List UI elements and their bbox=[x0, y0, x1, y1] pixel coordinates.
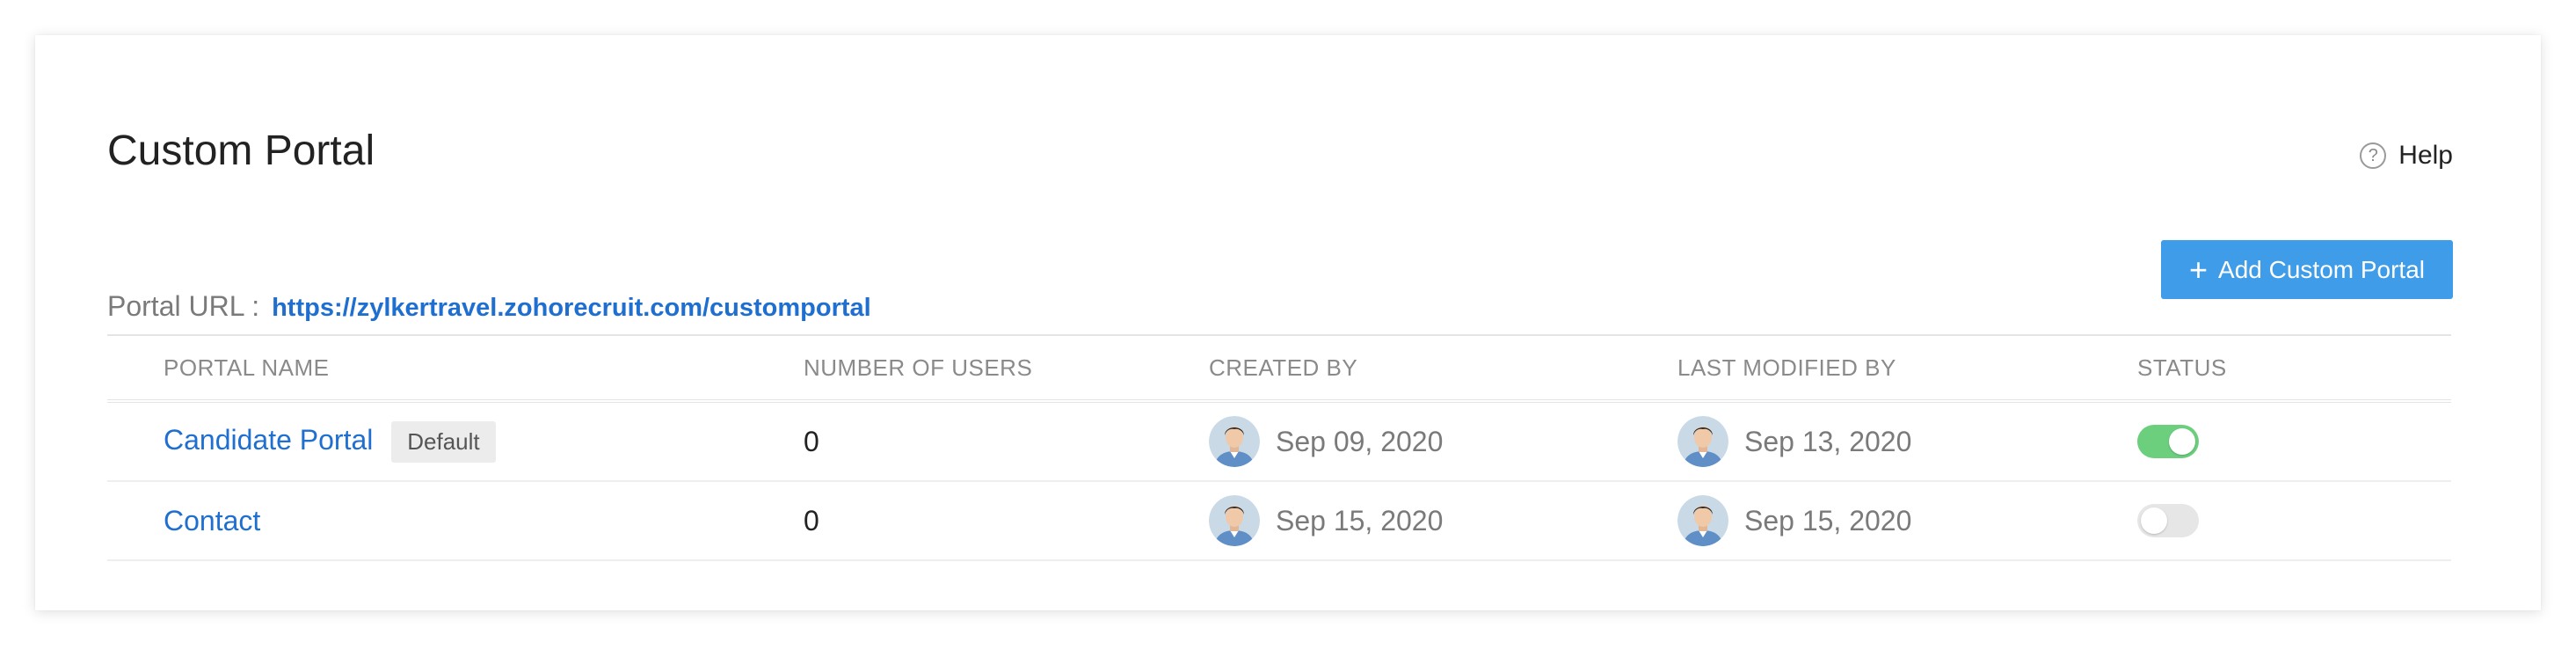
help-label: Help bbox=[2398, 141, 2453, 170]
custom-portal-card: Custom Portal ? Help Portal URL : https:… bbox=[35, 35, 2541, 610]
created-by-cell: Sep 15, 2020 bbox=[1209, 481, 1677, 561]
question-circle-icon: ? bbox=[2360, 142, 2387, 169]
modified-date: Sep 13, 2020 bbox=[1744, 425, 1912, 457]
portal-url-link[interactable]: https://zylkertravel.zohorecruit.com/cus… bbox=[272, 294, 871, 323]
portal-name-cell: Contact bbox=[107, 481, 804, 561]
user-avatar-icon bbox=[1677, 416, 1728, 467]
portal-name-cell: Candidate Portal Default bbox=[107, 401, 804, 482]
status-toggle[interactable] bbox=[2137, 504, 2199, 537]
toggle-knob bbox=[2141, 507, 2167, 534]
status-toggle[interactable] bbox=[2137, 425, 2199, 458]
status-cell bbox=[2137, 481, 2451, 561]
number-of-users-cell: 0 bbox=[804, 481, 1209, 561]
help-link[interactable]: ? Help bbox=[2360, 141, 2453, 171]
column-header-status: STATUS bbox=[2137, 334, 2451, 403]
add-custom-portal-button[interactable]: + Add Custom Portal bbox=[2161, 240, 2453, 299]
plus-icon: + bbox=[2188, 251, 2209, 288]
table-row: Candidate Portal Default 0 Sep 09, 2020 … bbox=[107, 401, 2451, 482]
default-badge: Default bbox=[391, 420, 496, 463]
table-header-row: PORTAL NAME NUMBER OF USERS CREATED BY L… bbox=[107, 334, 2451, 403]
portals-table: PORTAL NAME NUMBER OF USERS CREATED BY L… bbox=[107, 334, 2451, 561]
column-header-last-modified-by: LAST MODIFIED BY bbox=[1677, 334, 2137, 403]
portal-url-label: Portal URL : bbox=[107, 290, 260, 322]
created-date: Sep 09, 2020 bbox=[1276, 425, 1444, 457]
page-title: Custom Portal bbox=[107, 128, 375, 174]
portal-name-link[interactable]: Candidate Portal bbox=[164, 423, 373, 455]
column-header-created-by: CREATED BY bbox=[1209, 334, 1677, 403]
last-modified-by-cell: Sep 15, 2020 bbox=[1677, 481, 2137, 561]
portal-url-row: Portal URL : https://zylkertravel.zohore… bbox=[107, 290, 871, 323]
number-of-users-cell: 0 bbox=[804, 401, 1209, 482]
column-header-portal-name: PORTAL NAME bbox=[107, 334, 804, 403]
user-avatar-icon bbox=[1677, 495, 1728, 546]
status-cell bbox=[2137, 401, 2451, 482]
portal-name-link[interactable]: Contact bbox=[164, 505, 260, 537]
add-custom-portal-label: Add Custom Portal bbox=[2218, 255, 2426, 283]
created-date: Sep 15, 2020 bbox=[1276, 504, 1444, 537]
last-modified-by-cell: Sep 13, 2020 bbox=[1677, 401, 2137, 482]
modified-date: Sep 15, 2020 bbox=[1744, 504, 1912, 537]
user-avatar-icon bbox=[1209, 416, 1260, 467]
column-header-number-of-users: NUMBER OF USERS bbox=[804, 334, 1209, 403]
created-by-cell: Sep 09, 2020 bbox=[1209, 401, 1677, 482]
user-avatar-icon bbox=[1209, 495, 1260, 546]
table-row: Contact 0 Sep 15, 2020 Sep 15, 2020 bbox=[107, 481, 2451, 561]
toggle-knob bbox=[2169, 428, 2195, 455]
